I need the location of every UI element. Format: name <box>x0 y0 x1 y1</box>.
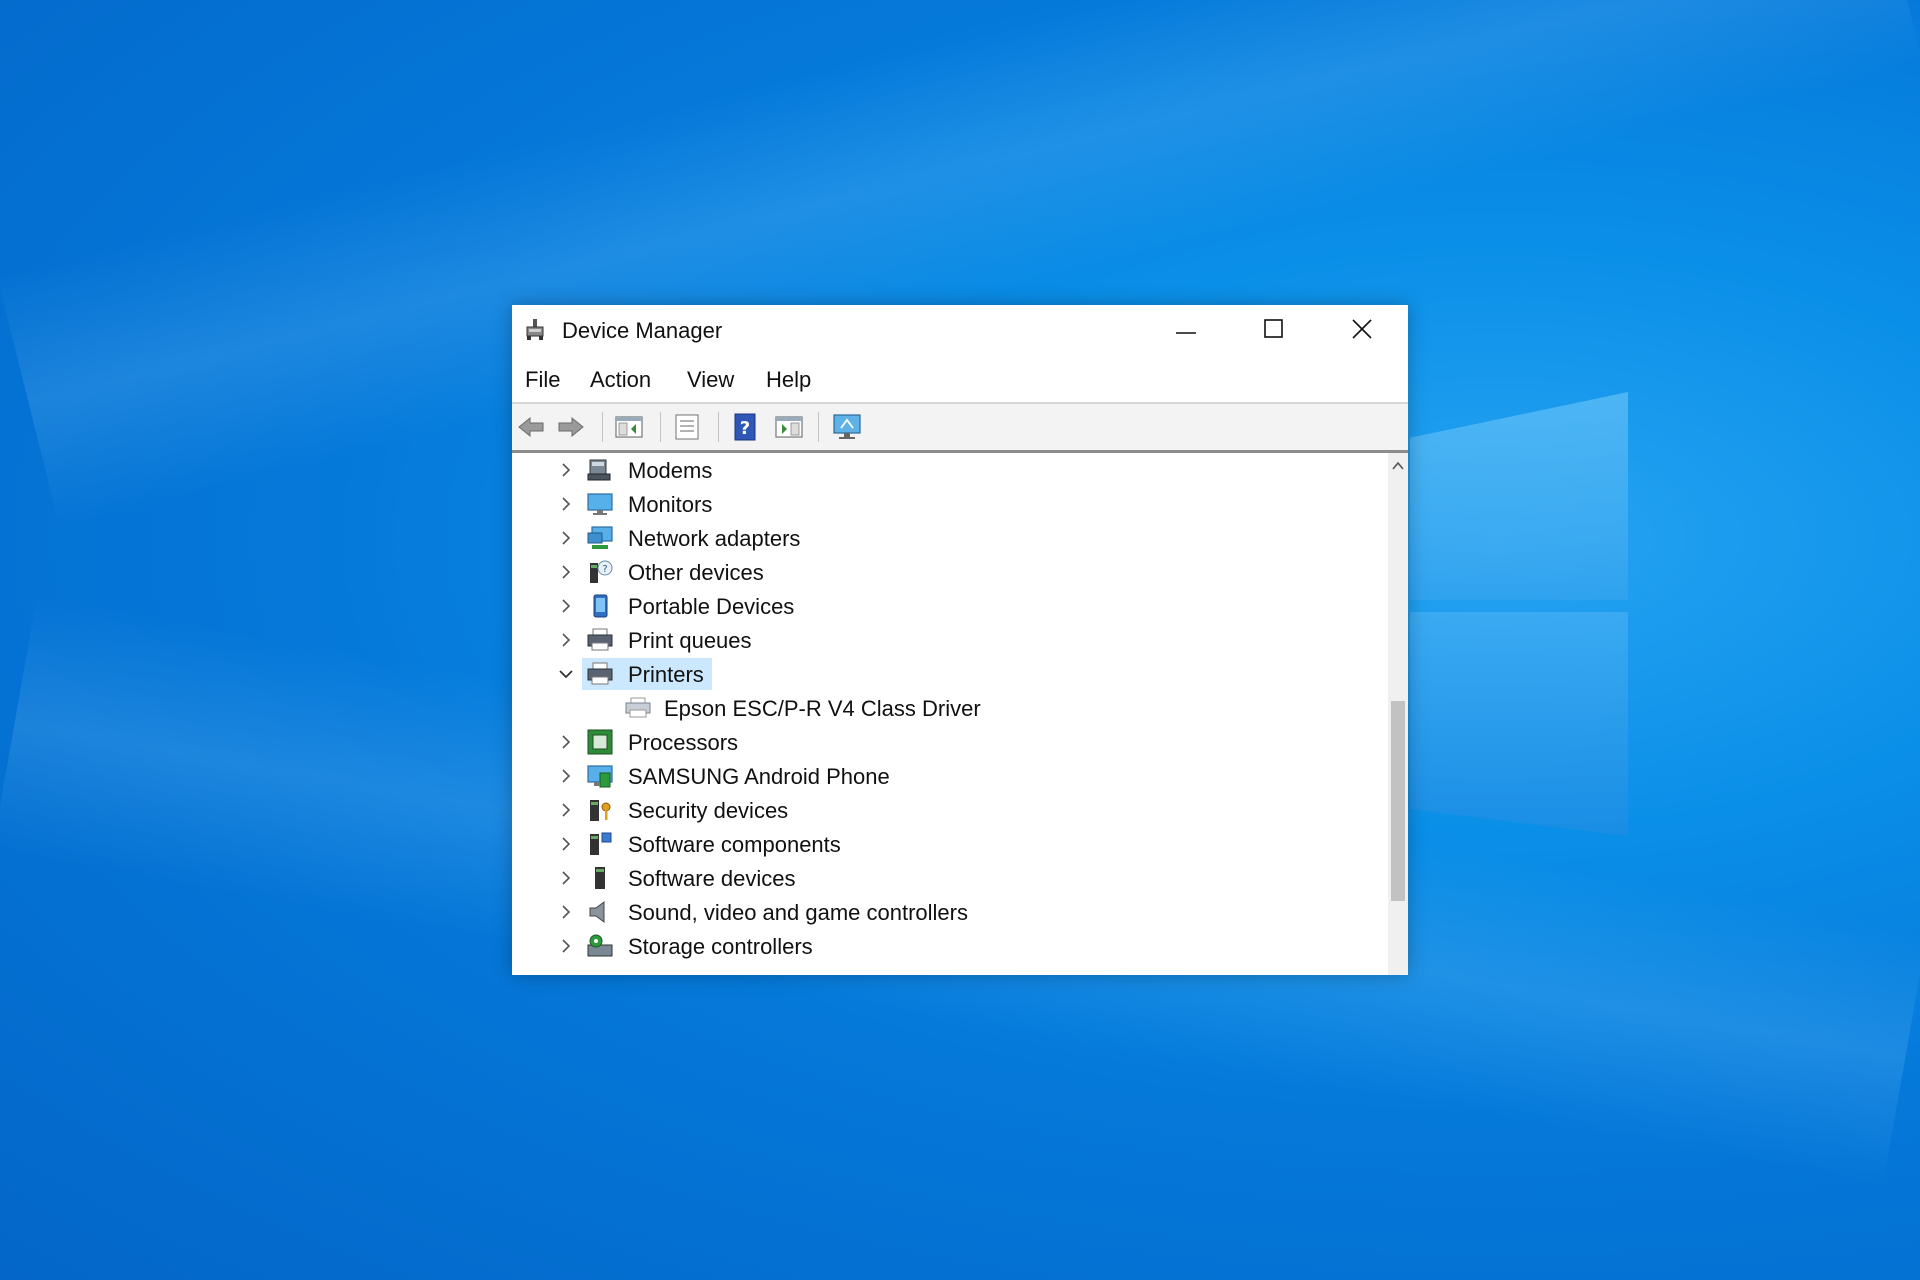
toolbar-separator <box>602 412 603 442</box>
device-manager-icon <box>526 319 544 340</box>
chevron-down-icon[interactable] <box>556 664 576 684</box>
tree-item-other-devices[interactable]: ? Other devices <box>512 555 1388 589</box>
menu-help[interactable]: Help <box>766 367 811 393</box>
security-device-icon <box>590 800 611 821</box>
properties-icon[interactable] <box>672 413 702 441</box>
chevron-right-icon[interactable] <box>556 494 576 514</box>
tree-item-print-queues[interactable]: Print queues <box>512 623 1388 657</box>
tree-item-monitors[interactable]: Monitors <box>512 487 1388 521</box>
tree-item-software-devices[interactable]: Software devices <box>512 861 1388 895</box>
chevron-right-icon[interactable] <box>556 766 576 786</box>
close-button[interactable] <box>1318 305 1406 355</box>
chevron-right-icon[interactable] <box>556 562 576 582</box>
maximize-button[interactable] <box>1230 305 1318 355</box>
device-tree: Modems Monitors Network adapters ? Other… <box>512 453 1388 975</box>
tree-item-label: Sound, video and game controllers <box>628 900 968 925</box>
windows-logo-pane <box>1410 392 1628 600</box>
tree-item-label: Print queues <box>628 628 752 653</box>
network-adapter-icon <box>587 526 613 549</box>
chevron-right-icon[interactable] <box>556 732 576 752</box>
printer-device-icon <box>625 697 651 718</box>
tree-item-modems[interactable]: Modems <box>512 453 1388 487</box>
menu-view[interactable]: View <box>687 367 734 393</box>
scroll-up-arrow-icon[interactable] <box>1390 459 1406 473</box>
update-driver-icon[interactable] <box>774 413 804 441</box>
menu-file[interactable]: File <box>525 367 560 393</box>
tree-item-processors[interactable]: Processors <box>512 725 1388 759</box>
tree-item-sound-video-game-controllers[interactable]: Sound, video and game controllers <box>512 895 1388 929</box>
toolbar-separator <box>660 412 661 442</box>
printer-icon <box>587 662 613 685</box>
tree-item-label: Modems <box>628 458 713 483</box>
tree-item-network-adapters[interactable]: Network adapters <box>512 521 1388 555</box>
software-component-icon <box>590 832 612 855</box>
chevron-right-icon[interactable] <box>556 834 576 854</box>
chevron-right-icon[interactable] <box>556 868 576 888</box>
chevron-right-icon[interactable] <box>556 630 576 650</box>
chevron-right-icon[interactable] <box>556 902 576 922</box>
forward-arrow-icon[interactable] <box>556 413 586 441</box>
toolbar: ? <box>512 404 1408 450</box>
chevron-right-icon[interactable] <box>556 528 576 548</box>
close-icon <box>1352 319 1372 339</box>
modem-icon <box>587 459 611 481</box>
tree-item-label: Epson ESC/P-R V4 Class Driver <box>664 696 981 721</box>
tree-item-samsung-android-phone[interactable]: SAMSUNG Android Phone <box>512 759 1388 793</box>
tree-item-label: Network adapters <box>628 526 801 551</box>
chevron-right-icon[interactable] <box>556 800 576 820</box>
tree-item-storage-controllers[interactable]: Storage controllers <box>512 929 1388 963</box>
tree-item-security-devices[interactable]: Security devices <box>512 793 1388 827</box>
title-bar[interactable]: Device Manager <box>512 305 1408 355</box>
tree-item-label: Portable Devices <box>628 594 795 619</box>
toolbar-separator <box>818 412 819 442</box>
svg-text:?: ? <box>602 564 607 575</box>
storage-controller-icon <box>587 934 613 957</box>
tree-item-epson-driver[interactable]: Epson ESC/P-R V4 Class Driver <box>512 691 1388 725</box>
window-title: Device Manager <box>562 318 723 343</box>
tree-item-label: Other devices <box>628 560 764 585</box>
chevron-right-icon[interactable] <box>556 460 576 480</box>
desktop-background: Device Manager File Action View Help ? M… <box>0 0 1920 1280</box>
show-hide-console-tree-icon[interactable] <box>614 413 644 441</box>
phone-icon <box>587 765 613 788</box>
minimize-button[interactable] <box>1142 305 1230 355</box>
monitor-scan-icon[interactable] <box>832 413 862 441</box>
device-manager-window: Device Manager File Action View Help ? M… <box>512 305 1408 975</box>
back-arrow-icon[interactable] <box>516 413 546 441</box>
svg-text:?: ? <box>740 418 750 439</box>
print-queue-icon <box>587 628 613 651</box>
tree-item-label: Software components <box>628 832 841 857</box>
menu-bar: File Action View Help <box>512 355 1408 403</box>
scrollbar-thumb[interactable] <box>1391 701 1405 901</box>
portable-device-icon <box>593 594 608 618</box>
other-devices-icon: ? <box>590 560 613 583</box>
tree-item-label: SAMSUNG Android Phone <box>628 764 890 789</box>
help-icon[interactable]: ? <box>730 413 760 441</box>
tree-item-label: Software devices <box>628 866 796 891</box>
windows-logo-pane <box>1410 612 1628 836</box>
tree-item-label: Security devices <box>628 798 789 823</box>
tree-item-label: Storage controllers <box>628 934 813 959</box>
tree-item-label: Printers <box>628 662 704 687</box>
processor-icon <box>587 729 613 755</box>
monitor-icon <box>587 493 613 515</box>
toolbar-separator <box>718 412 719 442</box>
minimize-icon <box>1176 332 1196 334</box>
chevron-right-icon[interactable] <box>556 936 576 956</box>
chevron-right-icon[interactable] <box>556 596 576 616</box>
tree-item-portable-devices[interactable]: Portable Devices <box>512 589 1388 623</box>
maximize-icon <box>1264 319 1283 338</box>
tree-item-software-components[interactable]: Software components <box>512 827 1388 861</box>
tree-item-label: Monitors <box>628 492 713 517</box>
vertical-scrollbar[interactable] <box>1388 453 1408 975</box>
speaker-icon <box>589 901 605 923</box>
menu-action[interactable]: Action <box>590 367 651 393</box>
tree-item-printers[interactable]: Printers <box>512 657 1388 691</box>
tree-item-label: Processors <box>628 730 739 755</box>
software-device-icon <box>595 867 605 889</box>
